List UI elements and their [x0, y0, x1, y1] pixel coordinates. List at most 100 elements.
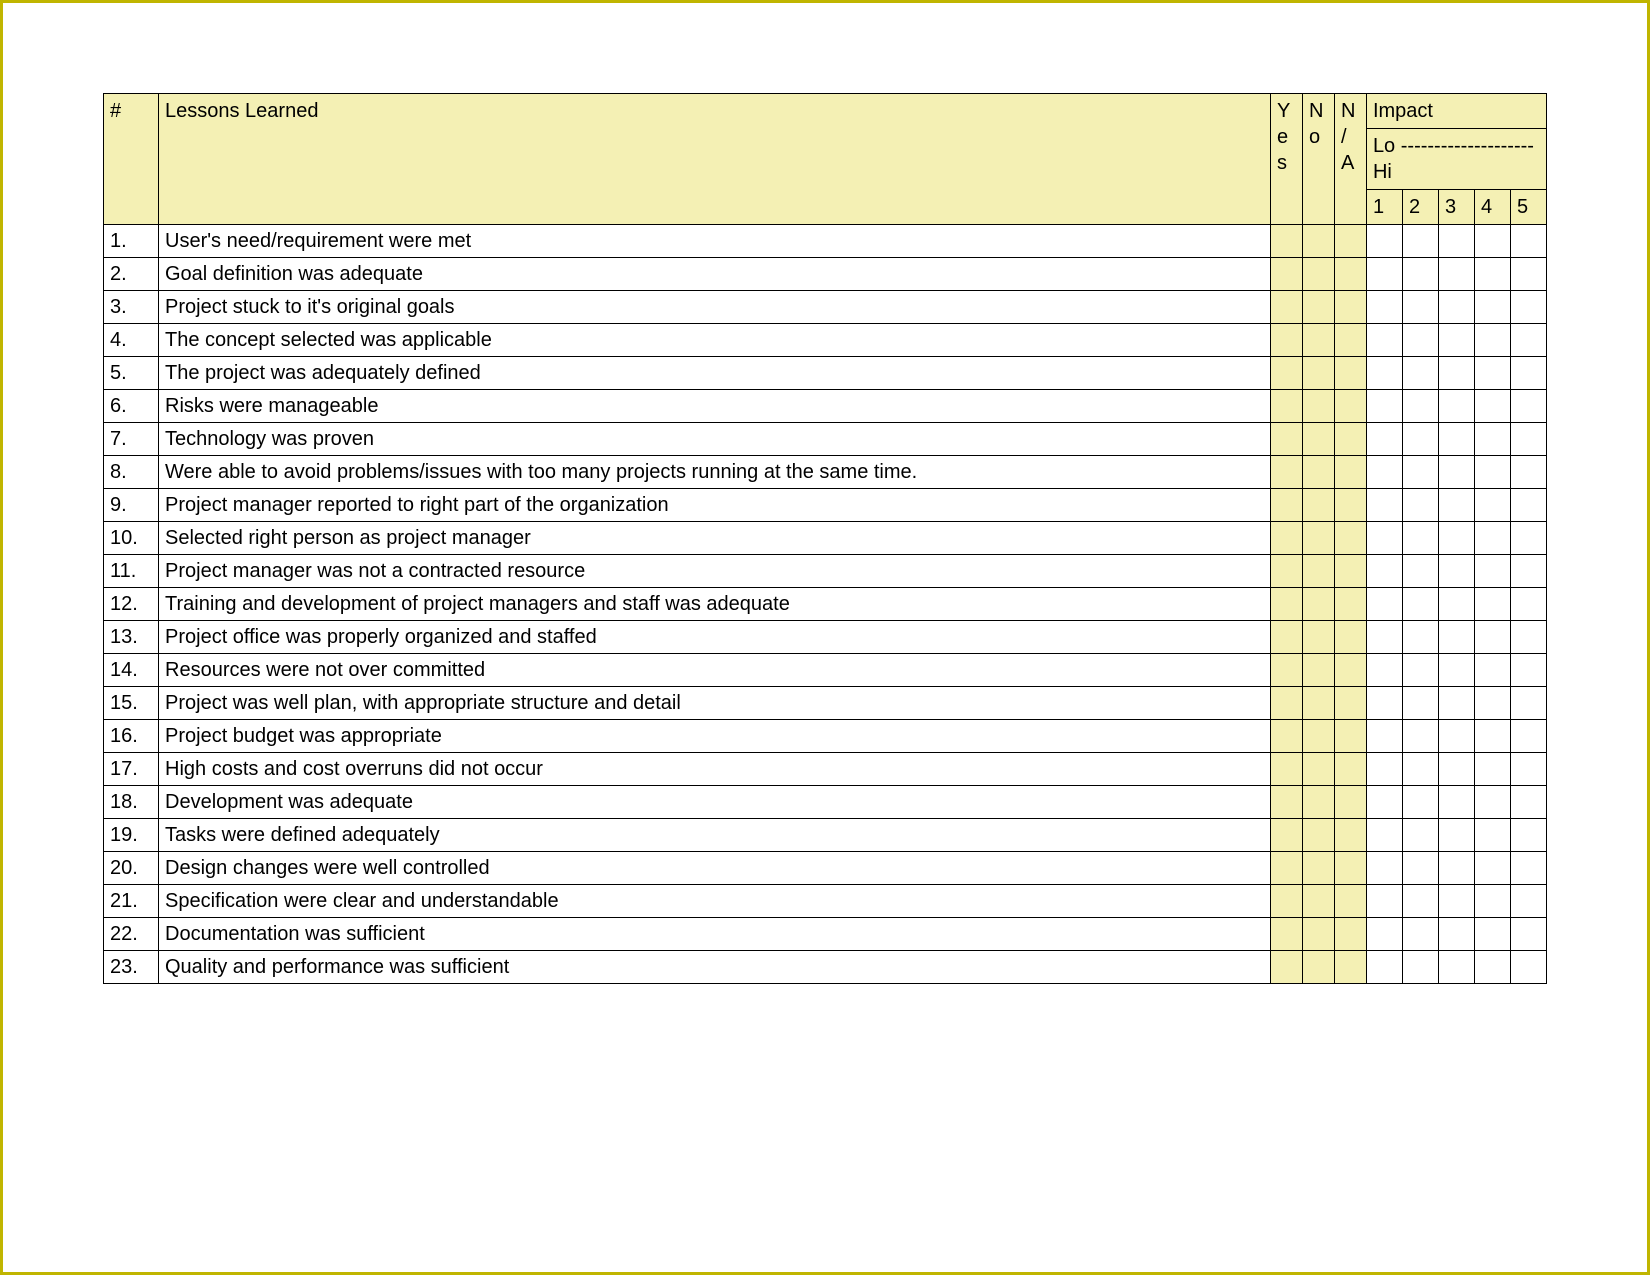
cell-na[interactable]	[1334, 258, 1366, 291]
cell-impact-3[interactable]	[1438, 852, 1474, 885]
cell-na[interactable]	[1334, 654, 1366, 687]
cell-impact-3[interactable]	[1438, 489, 1474, 522]
cell-impact-2[interactable]	[1402, 324, 1438, 357]
cell-no[interactable]	[1302, 357, 1334, 390]
cell-no[interactable]	[1302, 423, 1334, 456]
cell-impact-4[interactable]	[1474, 852, 1510, 885]
cell-impact-4[interactable]	[1474, 423, 1510, 456]
cell-impact-5[interactable]	[1510, 786, 1546, 819]
cell-impact-5[interactable]	[1510, 753, 1546, 786]
cell-impact-5[interactable]	[1510, 423, 1546, 456]
cell-no[interactable]	[1302, 720, 1334, 753]
cell-impact-3[interactable]	[1438, 918, 1474, 951]
cell-yes[interactable]	[1270, 852, 1302, 885]
cell-impact-1[interactable]	[1366, 225, 1402, 258]
cell-impact-4[interactable]	[1474, 687, 1510, 720]
cell-yes[interactable]	[1270, 918, 1302, 951]
cell-impact-1[interactable]	[1366, 951, 1402, 984]
cell-impact-5[interactable]	[1510, 324, 1546, 357]
cell-no[interactable]	[1302, 786, 1334, 819]
cell-impact-3[interactable]	[1438, 357, 1474, 390]
cell-impact-1[interactable]	[1366, 588, 1402, 621]
cell-impact-2[interactable]	[1402, 687, 1438, 720]
cell-impact-4[interactable]	[1474, 753, 1510, 786]
cell-impact-2[interactable]	[1402, 885, 1438, 918]
cell-impact-1[interactable]	[1366, 423, 1402, 456]
cell-impact-5[interactable]	[1510, 621, 1546, 654]
cell-impact-5[interactable]	[1510, 390, 1546, 423]
cell-yes[interactable]	[1270, 522, 1302, 555]
cell-yes[interactable]	[1270, 555, 1302, 588]
cell-yes[interactable]	[1270, 258, 1302, 291]
cell-na[interactable]	[1334, 918, 1366, 951]
cell-impact-5[interactable]	[1510, 489, 1546, 522]
cell-impact-1[interactable]	[1366, 258, 1402, 291]
cell-impact-4[interactable]	[1474, 357, 1510, 390]
cell-impact-4[interactable]	[1474, 522, 1510, 555]
cell-yes[interactable]	[1270, 687, 1302, 720]
cell-yes[interactable]	[1270, 291, 1302, 324]
cell-impact-5[interactable]	[1510, 291, 1546, 324]
cell-impact-5[interactable]	[1510, 687, 1546, 720]
cell-no[interactable]	[1302, 390, 1334, 423]
cell-yes[interactable]	[1270, 357, 1302, 390]
cell-impact-2[interactable]	[1402, 456, 1438, 489]
cell-impact-5[interactable]	[1510, 555, 1546, 588]
cell-impact-1[interactable]	[1366, 819, 1402, 852]
cell-impact-5[interactable]	[1510, 819, 1546, 852]
cell-impact-3[interactable]	[1438, 654, 1474, 687]
cell-impact-5[interactable]	[1510, 951, 1546, 984]
cell-impact-4[interactable]	[1474, 621, 1510, 654]
cell-impact-3[interactable]	[1438, 819, 1474, 852]
cell-na[interactable]	[1334, 390, 1366, 423]
cell-impact-4[interactable]	[1474, 720, 1510, 753]
cell-impact-2[interactable]	[1402, 522, 1438, 555]
cell-na[interactable]	[1334, 951, 1366, 984]
cell-impact-3[interactable]	[1438, 423, 1474, 456]
cell-impact-4[interactable]	[1474, 588, 1510, 621]
cell-na[interactable]	[1334, 423, 1366, 456]
cell-yes[interactable]	[1270, 951, 1302, 984]
cell-impact-4[interactable]	[1474, 324, 1510, 357]
cell-impact-5[interactable]	[1510, 918, 1546, 951]
cell-na[interactable]	[1334, 819, 1366, 852]
cell-impact-1[interactable]	[1366, 720, 1402, 753]
cell-na[interactable]	[1334, 687, 1366, 720]
cell-impact-2[interactable]	[1402, 555, 1438, 588]
cell-impact-2[interactable]	[1402, 258, 1438, 291]
cell-na[interactable]	[1334, 522, 1366, 555]
cell-impact-1[interactable]	[1366, 489, 1402, 522]
cell-impact-4[interactable]	[1474, 885, 1510, 918]
cell-na[interactable]	[1334, 324, 1366, 357]
cell-impact-1[interactable]	[1366, 456, 1402, 489]
cell-impact-4[interactable]	[1474, 819, 1510, 852]
cell-impact-5[interactable]	[1510, 588, 1546, 621]
cell-no[interactable]	[1302, 885, 1334, 918]
cell-impact-4[interactable]	[1474, 786, 1510, 819]
cell-impact-4[interactable]	[1474, 654, 1510, 687]
cell-impact-2[interactable]	[1402, 918, 1438, 951]
cell-yes[interactable]	[1270, 456, 1302, 489]
cell-no[interactable]	[1302, 291, 1334, 324]
cell-impact-1[interactable]	[1366, 786, 1402, 819]
cell-yes[interactable]	[1270, 588, 1302, 621]
cell-no[interactable]	[1302, 588, 1334, 621]
cell-impact-2[interactable]	[1402, 753, 1438, 786]
cell-impact-3[interactable]	[1438, 390, 1474, 423]
cell-impact-4[interactable]	[1474, 258, 1510, 291]
cell-yes[interactable]	[1270, 489, 1302, 522]
cell-impact-1[interactable]	[1366, 621, 1402, 654]
cell-impact-2[interactable]	[1402, 225, 1438, 258]
cell-no[interactable]	[1302, 489, 1334, 522]
cell-impact-3[interactable]	[1438, 720, 1474, 753]
cell-no[interactable]	[1302, 522, 1334, 555]
cell-yes[interactable]	[1270, 423, 1302, 456]
cell-na[interactable]	[1334, 456, 1366, 489]
cell-na[interactable]	[1334, 852, 1366, 885]
cell-no[interactable]	[1302, 621, 1334, 654]
cell-no[interactable]	[1302, 918, 1334, 951]
cell-impact-2[interactable]	[1402, 852, 1438, 885]
cell-impact-2[interactable]	[1402, 621, 1438, 654]
cell-impact-5[interactable]	[1510, 456, 1546, 489]
cell-yes[interactable]	[1270, 753, 1302, 786]
